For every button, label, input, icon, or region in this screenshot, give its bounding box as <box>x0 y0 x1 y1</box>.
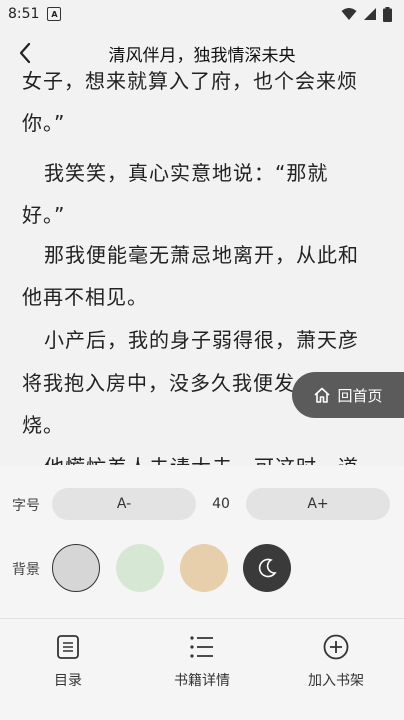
moon-icon <box>258 558 277 578</box>
wifi-icon <box>341 8 357 20</box>
tab-add-to-shelf[interactable]: 加入书架 <box>286 634 386 704</box>
notification-icon: A <box>47 7 62 21</box>
settings-panel: 字号 A- 40 A+ 背景 目录 书籍详情 加入书架 <box>0 466 404 720</box>
text-line: 我笑笑，真心实意地说：“那就 <box>44 161 329 185</box>
home-button-label: 回首页 <box>337 386 383 405</box>
add-circle-icon <box>323 634 349 660</box>
font-decrease-button[interactable]: A- <box>52 488 196 520</box>
home-button[interactable]: 回首页 <box>292 372 404 418</box>
bg-option-green[interactable] <box>116 544 164 592</box>
status-bar: 8:51 A <box>0 0 404 28</box>
font-increase-button[interactable]: A+ <box>246 488 390 520</box>
font-size-row: 字号 A- 40 A+ <box>0 486 404 522</box>
text-line: 好。” <box>22 203 66 227</box>
font-size-label: 字号 <box>12 498 40 514</box>
text-line: 他再不相见。 <box>22 285 148 309</box>
bottom-toolbar: 目录 书籍详情 加入书架 <box>0 626 404 720</box>
bg-option-night[interactable] <box>243 544 291 592</box>
signal-icon <box>364 8 376 20</box>
bg-option-tan[interactable] <box>180 544 228 592</box>
text-line: 你。” <box>22 111 66 135</box>
text-line: 小产后，我的身子弱得很，萧天彦 <box>44 328 359 352</box>
divider <box>0 618 404 619</box>
home-icon <box>314 387 331 403</box>
text-line: 他慌忙差人去请大夫，可这时一道 <box>44 446 404 465</box>
background-label: 背景 <box>12 562 40 578</box>
catalog-icon <box>57 635 79 659</box>
tab-catalog[interactable]: 目录 <box>18 634 118 704</box>
tab-book-details[interactable]: 书籍详情 <box>152 634 252 704</box>
text-line: 那我便能毫无萧忌地离开，从此和 <box>44 243 359 267</box>
background-row: 背景 <box>0 544 404 594</box>
battery-icon <box>383 6 392 22</box>
text-line: 女子，想来就算入了府，也个会来烦 <box>22 69 358 93</box>
font-size-value: 40 <box>212 496 230 512</box>
status-time: 8:51 <box>8 6 40 22</box>
list-icon <box>190 636 213 658</box>
bg-option-gray[interactable] <box>52 544 100 592</box>
